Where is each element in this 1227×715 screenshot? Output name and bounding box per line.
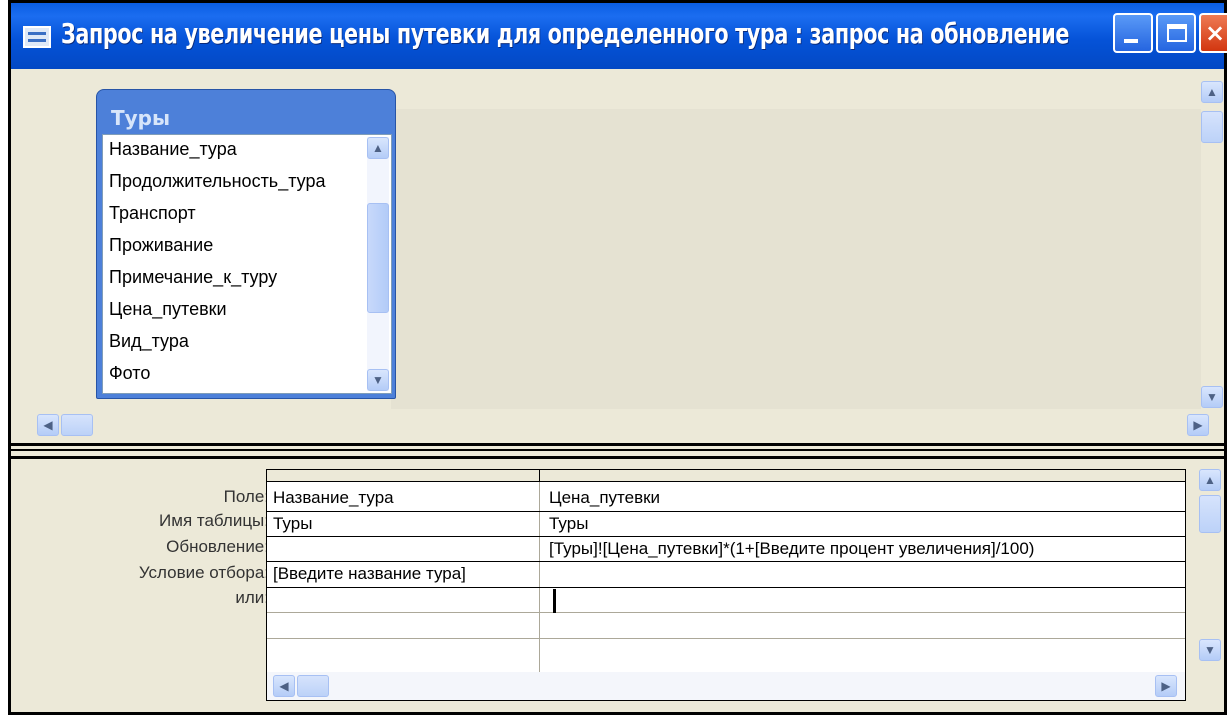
minimize-button[interactable] xyxy=(1113,13,1153,53)
row-label-field: Поле: xyxy=(223,487,269,506)
scroll-down-arrow-icon[interactable]: ▼ xyxy=(1199,639,1221,661)
field-item[interactable]: Продолжительность_тура xyxy=(109,171,325,192)
scroll-thumb[interactable] xyxy=(1199,495,1221,533)
scroll-right-arrow-icon[interactable]: ▶ xyxy=(1155,675,1177,697)
text-cursor xyxy=(553,589,556,613)
close-icon: × xyxy=(1205,19,1226,47)
scroll-down-arrow-icon[interactable]: ▼ xyxy=(367,369,389,391)
scroll-thumb[interactable] xyxy=(61,414,93,436)
table-pane-vertical-scrollbar[interactable]: ▲ ▼ xyxy=(1201,81,1223,421)
field-item[interactable]: Проживание xyxy=(109,235,213,256)
query-window-icon[interactable] xyxy=(23,26,51,48)
scroll-up-arrow-icon[interactable]: ▲ xyxy=(367,137,389,159)
scroll-thumb[interactable] xyxy=(367,203,389,313)
row-label-update: Обновление: xyxy=(166,537,269,556)
scroll-left-arrow-icon[interactable]: ◀ xyxy=(273,675,295,697)
field-list[interactable]: Название_тура Продолжительность_тура Тра… xyxy=(102,134,392,394)
maximize-button[interactable] xyxy=(1156,13,1196,53)
field-item[interactable]: Фото xyxy=(109,363,150,384)
grid-vertical-scrollbar[interactable]: ▲ ▼ xyxy=(1199,469,1221,701)
row-label-table: Имя таблицы: xyxy=(159,511,269,530)
scroll-up-arrow-icon[interactable]: ▲ xyxy=(1201,81,1223,103)
close-button[interactable]: × xyxy=(1199,13,1227,53)
scroll-thumb[interactable] xyxy=(1201,111,1223,143)
design-grid-pane: Поле: Имя таблицы: Обновление: Условие о… xyxy=(11,459,1224,712)
cell-table-col1[interactable]: Туры xyxy=(273,514,312,534)
maximize-icon xyxy=(1167,24,1187,42)
field-item[interactable]: Вид_тура xyxy=(109,331,189,352)
window-title: Запрос на увеличение цены путевки для оп… xyxy=(61,17,1070,50)
scroll-up-arrow-icon[interactable]: ▲ xyxy=(1199,469,1221,491)
field-item[interactable]: Цена_путевки xyxy=(109,299,227,320)
row-label-criteria: Условие отбора: xyxy=(138,563,269,582)
row-label-or: или: xyxy=(235,588,269,607)
pane-splitter[interactable] xyxy=(11,443,1224,459)
title-bar[interactable]: Запрос на увеличение цены путевки для оп… xyxy=(11,3,1227,69)
cell-table-col2[interactable]: Туры xyxy=(549,514,588,534)
table-pane[interactable]: Туры Название_тура Продолжительность_тур… xyxy=(11,69,1224,443)
cell-criteria-col1[interactable]: [Введите название тура] xyxy=(273,564,466,584)
table-pane-background xyxy=(391,109,1201,409)
column-selector-bar[interactable] xyxy=(267,470,1185,482)
cell-update-col2[interactable]: [Туры]![Цена_путевки]*(1+[Введите процен… xyxy=(549,539,1034,559)
cell-field-col1[interactable]: Название_тура xyxy=(273,488,394,508)
field-item[interactable]: Примечание_к_туру xyxy=(109,267,277,288)
field-item[interactable]: Название_тура xyxy=(109,139,237,160)
scroll-down-arrow-icon[interactable]: ▼ xyxy=(1201,386,1223,408)
table-field-list-tury[interactable]: Туры Название_тура Продолжительность_тур… xyxy=(96,89,396,399)
minimize-icon xyxy=(1124,39,1138,43)
design-grid[interactable]: Название_тура Цена_путевки Туры Туры [Ту… xyxy=(266,469,1186,701)
grid-horizontal-scrollbar[interactable]: ◀ ▶ xyxy=(267,672,1185,700)
table-title[interactable]: Туры xyxy=(111,106,170,130)
scroll-thumb[interactable] xyxy=(297,675,329,697)
field-item[interactable]: Транспорт xyxy=(109,203,196,224)
scroll-right-arrow-icon[interactable]: ▶ xyxy=(1187,414,1209,436)
query-design-window: Запрос на увеличение цены путевки для оп… xyxy=(8,0,1227,715)
field-list-scrollbar[interactable]: ▲ ▼ xyxy=(367,137,389,391)
scroll-left-arrow-icon[interactable]: ◀ xyxy=(37,414,59,436)
cell-field-col2[interactable]: Цена_путевки xyxy=(549,488,660,508)
